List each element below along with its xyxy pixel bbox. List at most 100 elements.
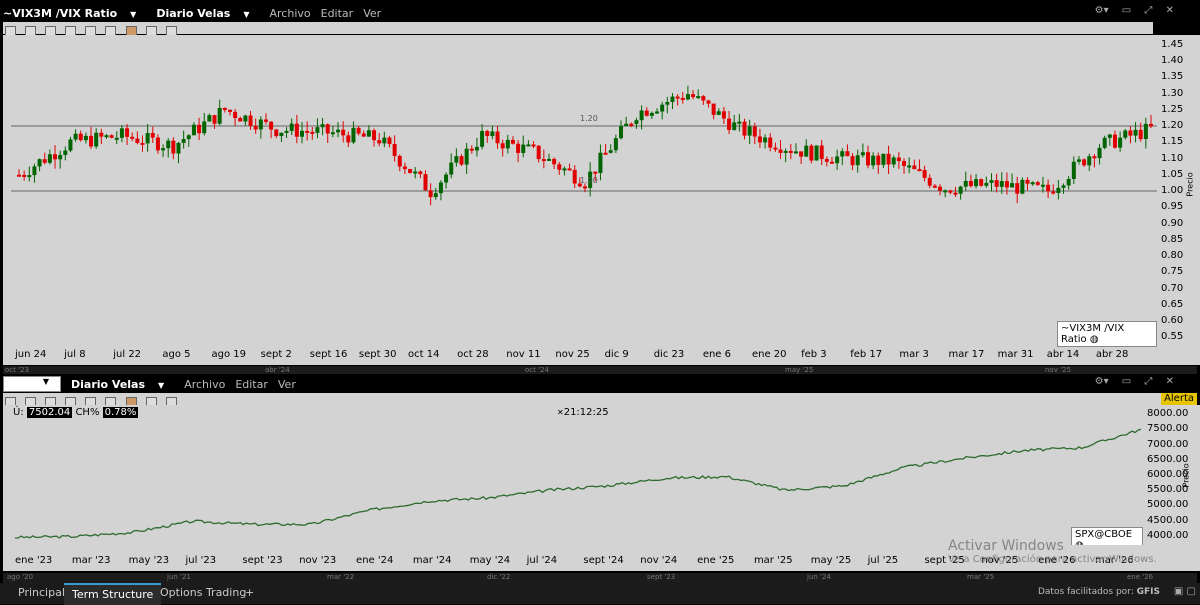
candle-body — [835, 156, 840, 164]
bottom-chart-area[interactable]: Ú: 7502.04 CH% 0.78% ✕21:12:25 SPX@CBOE … — [11, 405, 1143, 553]
candle-body — [860, 152, 865, 156]
top-mode-dropdown[interactable]: Diario Velas ▼ — [156, 7, 259, 20]
symbol-input[interactable]: ▼ — [3, 376, 61, 392]
menu-ver[interactable]: Ver — [278, 378, 296, 391]
candle-body — [423, 174, 428, 191]
scroll-label: abr '24 — [265, 366, 290, 374]
gear-icon[interactable]: ⚙▾ — [1095, 5, 1109, 16]
gear-icon[interactable]: ⚙▾ — [1095, 376, 1109, 387]
candle-body — [799, 151, 804, 157]
top-chart-area[interactable]: 1.20 1.00 ~VIX3M /VIX Ratio ◍ — [11, 35, 1157, 347]
y-tick-label: 0.80 — [1161, 250, 1184, 261]
expand-icon[interactable]: ▢ — [1187, 586, 1196, 597]
top-legend[interactable]: ~VIX3M /VIX Ratio ◍ — [1057, 321, 1157, 347]
x-tick-label: sept 2 — [260, 349, 292, 360]
candle-body — [418, 171, 423, 175]
candle-body — [47, 154, 52, 163]
workspace-tabs: Principal Term Structure Options Trading… — [0, 583, 1200, 605]
x-tick-label: abr 28 — [1095, 349, 1129, 360]
candle-body — [593, 171, 598, 174]
scroll-label: oct '24 — [525, 366, 549, 374]
bottom-mode-dropdown[interactable]: Diario Velas ▼ — [71, 378, 174, 391]
candle-body — [387, 137, 392, 145]
menu-ver[interactable]: Ver — [363, 7, 381, 20]
minimize-icon[interactable]: ▭ — [1122, 376, 1131, 387]
x-tick-label: jul '23 — [185, 555, 217, 566]
candle-body — [1123, 130, 1128, 138]
menu-archivo[interactable]: Archivo — [270, 7, 311, 20]
candle-body — [1025, 179, 1030, 184]
candle-body — [701, 96, 706, 101]
x-tick-label: may '25 — [810, 555, 852, 566]
candle-body — [444, 174, 449, 183]
x-tick-label: ene '25 — [697, 555, 735, 566]
bottom-y-axis[interactable]: 8000.00 7500.00 7000.00 6500.00 6000.00 5500.… — [1143, 405, 1200, 545]
candle-body — [871, 155, 876, 166]
candle-body — [402, 166, 407, 170]
top-y-axis[interactable]: 1.45 1.40 1.35 1.30 1.25 1.20 1.15 1.10 1.05 1.00… — [1157, 35, 1200, 347]
ref-line-label-1: 1.20 — [580, 114, 598, 123]
window-controls: ⚙▾ ▭ ⤢ ✕ — [1095, 376, 1184, 387]
candle-body — [94, 132, 99, 147]
alert-badge[interactable]: Alerta — [1161, 393, 1197, 405]
x-tick-label: jun 24 — [15, 349, 47, 360]
candle-body — [428, 190, 433, 198]
menu-archivo[interactable]: Archivo — [184, 378, 225, 391]
candle-body — [227, 109, 232, 112]
spx-line-chart — [14, 428, 1142, 539]
candle-body — [526, 144, 531, 147]
candle-body — [737, 121, 742, 124]
x-tick-label: ago 19 — [211, 349, 247, 360]
candle-body — [927, 177, 932, 186]
y-tick-label: 1.30 — [1161, 87, 1184, 99]
candle-body — [119, 128, 124, 138]
candle-body — [408, 169, 413, 173]
menu-editar[interactable]: Editar — [321, 7, 354, 20]
candle-body — [896, 157, 901, 162]
minimize-icon[interactable]: ▭ — [1122, 5, 1131, 16]
x-tick-label: nov '24 — [640, 555, 678, 566]
candle-body — [258, 119, 263, 130]
candle-body — [145, 133, 150, 144]
expand-icon[interactable]: ⤢ — [1144, 5, 1152, 16]
candle-body — [377, 140, 382, 144]
candle-body — [629, 123, 634, 126]
candle-body — [238, 118, 243, 122]
x-tick-label: sept 16 — [309, 349, 348, 360]
candle-body — [413, 171, 418, 174]
candle-body — [433, 193, 438, 198]
candle-body — [706, 100, 711, 104]
candle-body — [603, 152, 608, 155]
candle-body — [1102, 137, 1107, 148]
candle-body — [114, 137, 119, 140]
menu-editar[interactable]: Editar — [235, 378, 268, 391]
close-icon[interactable]: ✕ — [1166, 376, 1174, 387]
candle-body — [1128, 130, 1133, 136]
candle-body — [315, 127, 320, 133]
candle-body — [186, 135, 191, 140]
data-provider: Datos facilitados por: GFIS — [1037, 587, 1160, 597]
top-symbol[interactable]: ~VIX3M /VIX Ratio ▼ — [3, 7, 146, 20]
x-tick-label: oct 28 — [457, 349, 489, 360]
candle-body — [289, 123, 294, 131]
add-tab-button[interactable]: + — [237, 583, 262, 603]
candle-body — [140, 142, 145, 145]
bottom-time-scrollbar[interactable]: ago '20 jun '21 mar '22 dic '22 sept '23 jun … — [3, 573, 1197, 583]
candle-body — [27, 175, 32, 178]
candle-body — [500, 143, 505, 149]
candle-body — [1010, 183, 1015, 188]
candle-body — [546, 158, 551, 161]
candle-body — [176, 142, 181, 154]
lock-icon[interactable]: ▣ — [1174, 586, 1183, 597]
candle-body — [979, 179, 984, 186]
candle-body — [917, 169, 922, 172]
close-icon[interactable]: ✕ — [1166, 5, 1174, 16]
top-x-axis[interactable]: jun 24 jul 8 jul 22 ago 5 ago 19 sept 2 sept 1… — [3, 347, 1157, 365]
tab-term-structure[interactable]: Term Structure — [64, 583, 162, 605]
x-tick-label: mar 3 — [899, 349, 929, 360]
candle-body — [58, 154, 63, 160]
candle-body — [150, 133, 155, 138]
candle-body — [855, 155, 860, 166]
candle-body — [269, 121, 274, 130]
expand-icon[interactable]: ⤢ — [1144, 376, 1152, 387]
